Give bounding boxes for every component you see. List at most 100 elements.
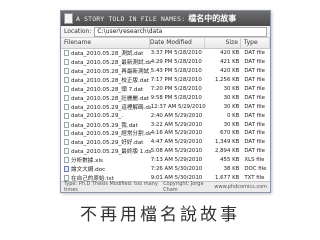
- file-row[interactable]: data_2010.05.28_再最新測試.dat5:43 PM 5/28/20…: [61, 67, 270, 76]
- location-label: Location:: [64, 28, 92, 35]
- file-type: DAT file: [244, 112, 265, 119]
- file-size: 30 KB: [223, 94, 240, 101]
- doc-file-icon: [64, 166, 69, 173]
- file-icon: [64, 112, 69, 119]
- file-icon: [64, 121, 69, 128]
- file-row[interactable]: data_2010.05.29_我.dat 3:22 AM 5/29/2010 30…: [61, 120, 270, 129]
- location-bar: Location: C:\user\research\data: [61, 26, 270, 38]
- column-header-type[interactable]: Type: [241, 38, 270, 48]
- file-name: data_2010.05.29_這裡解碼.dat: [71, 104, 151, 111]
- file-name: 分析數據.xls: [71, 158, 103, 165]
- file-type: DAT file: [244, 68, 265, 75]
- file-row[interactable]: data_2010.05.29_最終版 1.dat 5:08 AM 5/29/20…: [61, 147, 270, 156]
- file-icon: [64, 59, 69, 66]
- file-size: 1,677 KB: [214, 174, 240, 181]
- file-type: DAT file: [244, 139, 265, 146]
- file-row[interactable]: data_2010.05.28_頭 7.dat 7:20 PM 5/28/2010…: [61, 85, 270, 94]
- file-type: DAT file: [244, 77, 265, 84]
- file-icon: [64, 157, 69, 164]
- file-name-cell: data_2010.05.29_.: [61, 112, 151, 119]
- file-name: data_2010.05.28_最新測試.dat: [71, 60, 151, 67]
- file-date: 12:37 AM 5/29/2010: [150, 103, 206, 110]
- document-icon: [64, 13, 73, 24]
- file-size: 420 KB: [220, 50, 240, 57]
- file-date: 4:29 PM 5/28/2010: [150, 59, 202, 66]
- slide-caption: 不再用檔名說故事: [80, 205, 240, 225]
- file-row[interactable]: data_2010.05.29_. 2:40 AM 5/29/2010 0 KB DA…: [61, 111, 270, 120]
- file-row[interactable]: data_2010.05.28_壯麗麗.dat 9:58 PM 5/28/2010…: [61, 93, 270, 102]
- file-size: 2,894 KB: [214, 148, 240, 155]
- file-name-cell: data_2010.05.28_再最新測試.dat: [61, 67, 151, 75]
- file-name: data_2010.05.28_測試.dat: [71, 51, 144, 58]
- file-name: data_2010.05.28_壯麗麗.dat: [71, 95, 149, 102]
- file-row[interactable]: data_2010.05.28_校正版.dat 7:17 PM 5/28/2010…: [61, 76, 270, 85]
- file-date: 7:26 AM 5/30/2010: [150, 166, 203, 173]
- file-name: data_2010.05.28_校正版.dat: [71, 78, 149, 85]
- file-name: data_2010.05.29_經常分割.dat: [71, 131, 151, 138]
- file-type: XLS file: [244, 157, 265, 164]
- column-header-date[interactable]: Date Modified: [150, 38, 206, 48]
- file-icon: [64, 50, 69, 57]
- file-name-cell: data_2010.05.29_經常分割.dat: [61, 129, 151, 137]
- column-header-filename[interactable]: Filename: [61, 38, 150, 48]
- file-name-cell: data_2010.05.29_最終版 1.dat: [61, 147, 151, 155]
- file-date: 7:17 PM 5/28/2010: [150, 77, 202, 84]
- file-date: 7:20 PM 5/28/2010: [150, 86, 202, 92]
- file-icon: [64, 86, 69, 92]
- file-type: DAT file: [244, 148, 265, 155]
- file-name: data_2010.05.29_好好.dat: [71, 140, 144, 147]
- file-row[interactable]: 分析數據.xls 7:13 AM 5/29/2010 455 KB XLS file: [61, 156, 270, 165]
- file-date: 5:08 AM 5/29/2010: [150, 148, 203, 155]
- file-row[interactable]: data_2010.05.28_測試.dat 3:37 PM 5/28/2010 4…: [61, 49, 270, 58]
- window-title-english: A STORY TOLD IN FILE NAMES:: [76, 14, 186, 23]
- file-browser-window: A STORY TOLD IN FILE NAMES: 檔名中的故事 Locat…: [60, 10, 271, 193]
- file-list: data_2010.05.28_測試.dat 3:37 PM 5/28/2010 4…: [61, 49, 270, 192]
- file-date: 9:01 AM 5/30/2010: [150, 174, 203, 181]
- file-size: 0 KB: [226, 112, 240, 119]
- status-text-left: Type: Ph.D Thesis Modified: too many tim…: [64, 181, 158, 193]
- file-size: 1,256 KB: [214, 77, 240, 84]
- file-icon: [64, 77, 69, 84]
- file-size: 670 KB: [220, 130, 240, 137]
- file-date: 4:47 AM 5/29/2010: [150, 139, 203, 146]
- file-name-cell: data_2010.05.29_好好.dat: [61, 138, 151, 146]
- file-type: DAT file: [244, 121, 265, 128]
- file-name: data_2010.05.29_最終版 1.dat: [71, 149, 151, 156]
- column-header-size[interactable]: Size: [205, 38, 241, 48]
- file-type: TXT file: [244, 174, 265, 181]
- file-date: 3:37 PM 5/28/2010: [150, 50, 202, 57]
- file-type: DOC file: [244, 166, 267, 173]
- file-icon: [64, 139, 69, 146]
- file-name: data_2010.05.28_頭 7.dat: [71, 87, 144, 93]
- file-date: 2:40 AM 5/29/2010: [150, 112, 203, 119]
- column-header-row: Filename Date Modified Size Type: [61, 38, 270, 49]
- status-text-right: www.phdcomics.com: [214, 184, 267, 190]
- file-type: DAT file: [244, 86, 265, 92]
- file-size: 421 KB: [220, 59, 240, 66]
- file-row[interactable]: data_2010.05.29_經常分割.dat 4:16 AM 5/29/201…: [61, 129, 270, 138]
- file-name: 論文大綱.doc: [71, 167, 106, 174]
- location-path-input[interactable]: C:\user\research\data: [94, 26, 267, 37]
- file-size: 455 KB: [220, 157, 240, 164]
- status-text-center: Copyright: Jorge Cham: [163, 181, 204, 193]
- file-name-cell: data_2010.05.29_我.dat: [61, 121, 151, 129]
- window-titlebar: A STORY TOLD IN FILE NAMES: 檔名中的故事: [61, 11, 270, 26]
- file-name-cell: data_2010.05.28_壯麗麗.dat: [61, 94, 151, 102]
- file-type: DAT file: [244, 130, 265, 137]
- file-name-cell: 論文大綱.doc: [61, 165, 151, 173]
- file-row[interactable]: data_2010.05.28_最新測試.dat 4:29 PM 5/28/201…: [61, 58, 270, 67]
- file-row[interactable]: 論文大綱.doc 7:26 AM 5/30/2010 38 KB DOC file: [61, 165, 270, 174]
- file-icon: [64, 103, 69, 110]
- file-row[interactable]: data_2010.05.29_這裡解碼.dat 12:37 AM 5/29/20…: [61, 102, 270, 111]
- file-date: 3:22 AM 5/29/2010: [150, 121, 203, 128]
- file-name-cell: data_2010.05.28_測試.dat: [61, 49, 151, 57]
- file-name: data_2010.05.29_.: [71, 112, 123, 119]
- file-size: 30 KB: [223, 103, 240, 110]
- file-name-cell: 分析數據.xls: [61, 156, 151, 164]
- file-icon: [64, 94, 69, 101]
- file-name: data_2010.05.29_我.dat: [71, 122, 138, 129]
- file-date: 7:13 AM 5/29/2010: [150, 157, 203, 164]
- file-row[interactable]: data_2010.05.29_好好.dat 4:47 AM 5/29/2010 1…: [61, 138, 270, 147]
- file-size: 30 KB: [223, 121, 240, 128]
- window-title-chinese: 檔名中的故事: [188, 14, 237, 23]
